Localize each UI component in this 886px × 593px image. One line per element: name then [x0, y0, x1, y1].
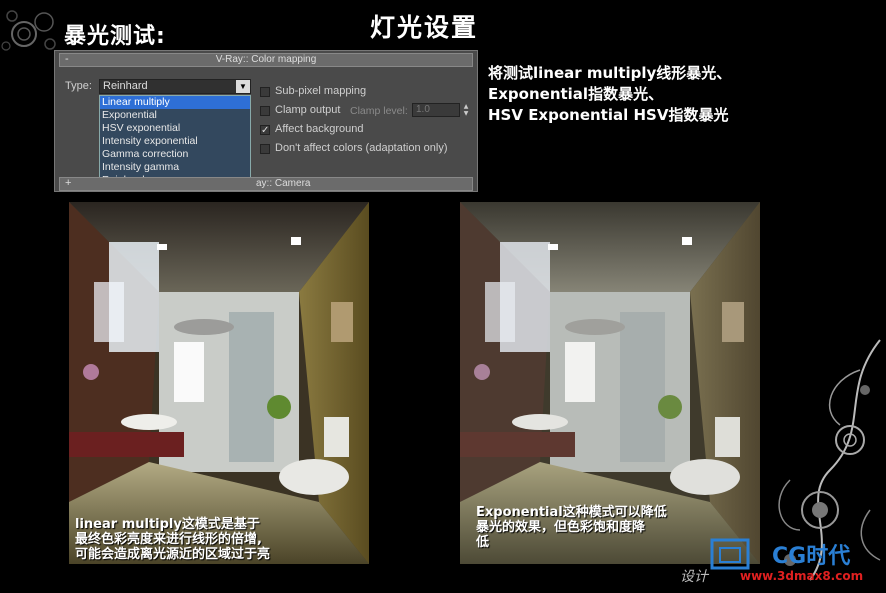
dropdown-option-linear-multiply[interactable]: Linear multiply: [100, 96, 250, 109]
dropdown-option-intensity-exponential[interactable]: Intensity exponential: [100, 135, 250, 148]
sub-pixel-mapping-checkbox[interactable]: [260, 87, 270, 97]
dont-affect-colors-label: Don't affect colors (adaptation only): [275, 142, 448, 154]
left-caption-line-1: linear multiply这模式是基于: [75, 517, 260, 532]
info-line-1: 将测试linear multiply线形暴光、: [488, 64, 732, 82]
info-line-3: HSV Exponential HSV指数暴光: [488, 106, 729, 124]
right-caption-line-1: Exponential这种模式可以降低: [476, 505, 667, 520]
affect-background-label: Affect background: [275, 123, 364, 135]
sub-pixel-mapping-label: Sub-pixel mapping: [275, 85, 367, 97]
spinner-icon[interactable]: ▲ ▼: [462, 103, 470, 117]
affect-background-checkbox[interactable]: ✓: [260, 125, 270, 136]
info-text-block: 将测试linear multiply线形暴光、 Exponential指数暴光、…: [488, 62, 731, 125]
render-image-linear-multiply: [69, 202, 369, 564]
rollout-header-color-mapping[interactable]: - V-Ray:: Color mapping: [59, 53, 473, 67]
expand-icon[interactable]: +: [65, 177, 71, 189]
left-caption-line-2: 最终色彩亮度来进行线形的倍增,: [75, 532, 262, 547]
watermark-brand: CG时代: [772, 544, 851, 569]
watermark-url: www.3dmax8.com: [740, 569, 864, 583]
watermark: CG时代 设计 www.3dmax8.com: [680, 538, 886, 593]
rollout-header-camera[interactable]: + ay:: Camera: [59, 177, 473, 191]
right-render-caption: Exponential这种模式可以降低 暴光的效果，但色彩饱和度降 低: [476, 505, 667, 550]
right-caption-line-3: 低: [476, 535, 490, 550]
type-select-value: Reinhard: [103, 80, 148, 92]
dropdown-option-gamma-correction[interactable]: Gamma correction: [100, 148, 250, 161]
rollout-title: V-Ray:: Color mapping: [215, 54, 317, 65]
clamp-output-checkbox[interactable]: [260, 106, 270, 116]
info-line-2: Exponential指数暴光、: [488, 85, 664, 103]
dropdown-arrow-icon[interactable]: ▼: [236, 80, 250, 93]
page-title: 灯光设置: [370, 13, 479, 42]
dont-affect-colors-checkbox[interactable]: [260, 144, 270, 154]
left-caption-line-3: 可能会造成离光源近的区域过于亮: [75, 547, 271, 562]
vray-color-mapping-panel: - V-Ray:: Color mapping Type: Reinhard ▼…: [54, 50, 478, 192]
watermark-tagline: 设计: [680, 569, 708, 585]
type-label: Type:: [65, 80, 92, 92]
rollout-title-camera: ay:: Camera: [256, 178, 311, 189]
dropdown-option-exponential[interactable]: Exponential: [100, 109, 250, 122]
type-dropdown-list[interactable]: Linear multiply Exponential HSV exponent…: [99, 95, 251, 188]
dropdown-option-hsv-exponential[interactable]: HSV exponential: [100, 122, 250, 135]
section-title: 暴光测试:: [64, 24, 166, 49]
left-render-caption: linear multiply这模式是基于 最终色彩亮度来进行线形的倍增, 可能…: [75, 517, 270, 562]
clamp-output-label: Clamp output: [275, 104, 341, 116]
clamp-level-label: Clamp level:: [350, 105, 408, 117]
type-select[interactable]: Reinhard ▼: [99, 79, 251, 94]
dropdown-option-intensity-gamma[interactable]: Intensity gamma: [100, 161, 250, 174]
clamp-level-field[interactable]: 1.0: [412, 103, 460, 117]
right-caption-line-2: 暴光的效果，但色彩饱和度降: [476, 520, 646, 535]
